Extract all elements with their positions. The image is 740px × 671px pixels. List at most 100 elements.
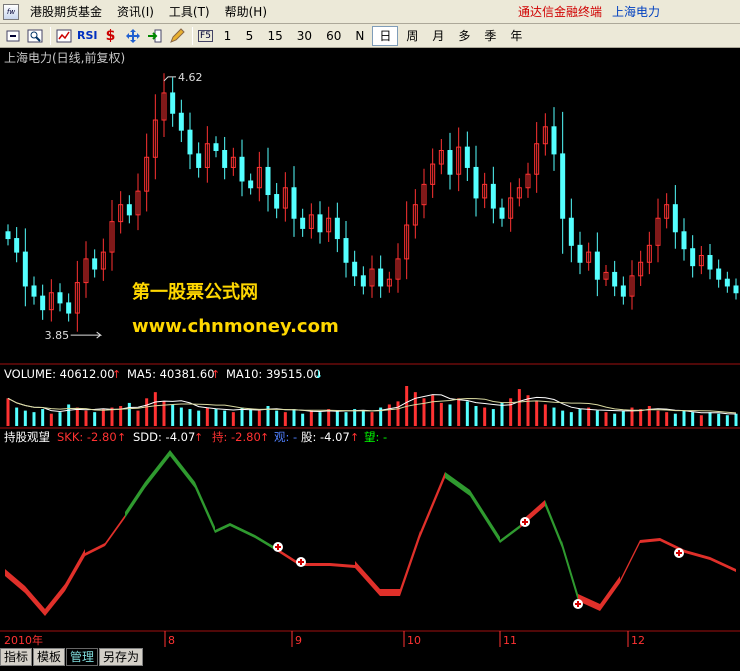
- candle: [568, 217, 574, 246]
- candle: [560, 153, 566, 219]
- ma10-down-icon: ↓: [314, 368, 323, 381]
- volume-bar: [84, 410, 88, 426]
- volume-bar: [327, 409, 331, 426]
- volume-bar: [223, 410, 227, 426]
- watermark-url: www.chnmoney.com: [132, 316, 339, 337]
- volume-bar: [179, 407, 183, 426]
- volume-bar: [15, 407, 19, 426]
- tab-save-as[interactable]: 另存为: [99, 648, 144, 666]
- candle: [92, 258, 98, 270]
- rsi-label: RSI: [77, 29, 98, 42]
- move-icon[interactable]: [123, 26, 143, 46]
- period-year[interactable]: 年: [504, 26, 528, 46]
- candle: [594, 251, 600, 280]
- candle: [317, 214, 323, 233]
- candle: [672, 204, 678, 233]
- ma5-up-icon: ↑: [211, 368, 220, 381]
- volume-bar: [93, 412, 97, 426]
- high-label: 4.62: [178, 71, 203, 84]
- tab-manage[interactable]: 管理: [66, 648, 99, 666]
- volume-bar: [127, 402, 131, 426]
- candle: [291, 187, 297, 219]
- candle: [716, 268, 722, 280]
- period-60[interactable]: 60: [320, 26, 347, 46]
- candle: [213, 143, 219, 152]
- chart-icon[interactable]: [54, 26, 74, 46]
- volume-bar: [318, 412, 322, 426]
- menu-tools[interactable]: 工具(T): [169, 3, 210, 20]
- pencil-icon[interactable]: [167, 26, 187, 46]
- stock-chart[interactable]: 上海电力(日线,前复权) 4.62 3.85 第一股票公式网 www.chnmo…: [0, 48, 740, 647]
- zoom-icon[interactable]: [25, 26, 45, 46]
- volume-bar: [387, 404, 391, 426]
- system-menu-icon[interactable]: fw: [3, 3, 19, 20]
- period-week[interactable]: 周: [400, 26, 424, 46]
- volume-ma10: MA10: 39515.00: [226, 367, 321, 381]
- candle: [300, 217, 306, 229]
- menu-help[interactable]: 帮助(H): [225, 3, 267, 20]
- period-day[interactable]: 日: [372, 25, 399, 46]
- period-multi[interactable]: 多: [452, 26, 476, 46]
- dollar-icon[interactable]: $: [101, 26, 121, 46]
- x-label-aug: 8: [168, 634, 175, 647]
- candle: [265, 166, 271, 196]
- candle: [681, 231, 687, 250]
- volume-bar: [145, 398, 149, 426]
- period-n[interactable]: N: [349, 26, 370, 46]
- period-quarter[interactable]: 季: [478, 26, 502, 46]
- candle: [126, 204, 132, 216]
- volume-bar: [552, 407, 556, 426]
- volume-bar: [309, 410, 313, 426]
- indicator-band: [380, 589, 400, 596]
- candle: [690, 248, 696, 267]
- indicator-sdd: SDD: -4.07: [133, 430, 195, 444]
- indicator-chi: 持: -2.80: [212, 430, 261, 444]
- candle: [473, 166, 479, 199]
- fs-icon[interactable]: F5: [196, 26, 216, 46]
- candle: [343, 238, 349, 263]
- rsi-button[interactable]: RSI: [76, 26, 99, 46]
- candle: [66, 302, 72, 314]
- volume-bar: [604, 412, 608, 426]
- period-month[interactable]: 月: [426, 26, 450, 46]
- volume-bar: [23, 410, 27, 426]
- volume-bar: [500, 402, 504, 426]
- candle: [178, 112, 184, 131]
- period-1[interactable]: 1: [218, 26, 238, 46]
- menu-info[interactable]: 资讯(I): [117, 3, 154, 20]
- toolbar: RSI $ F5 1 5 15 30 60 N 日 周 月 多 季 年: [0, 24, 740, 48]
- candle: [620, 285, 626, 297]
- volume-bar: [396, 401, 400, 426]
- candle: [334, 217, 340, 240]
- period-15[interactable]: 15: [262, 26, 289, 46]
- volume-bar: [240, 407, 244, 426]
- stock-name: 上海电力: [611, 5, 660, 19]
- period-5[interactable]: 5: [240, 26, 260, 46]
- chi-up-icon: ↑: [260, 431, 269, 444]
- indicator-skk: SKK: -2.80: [57, 430, 117, 444]
- tab-indicator[interactable]: 指标: [0, 648, 33, 666]
- volume-bar: [275, 410, 279, 426]
- back-icon[interactable]: [3, 26, 23, 46]
- period-30[interactable]: 30: [291, 26, 318, 46]
- volume-bar: [249, 409, 253, 426]
- volume-bar: [517, 389, 521, 426]
- gu-up-icon: ↑: [350, 431, 359, 444]
- volume-bar: [595, 410, 599, 426]
- volume-bar: [205, 407, 209, 426]
- volume-bar: [6, 398, 10, 426]
- volume-bar: [717, 413, 721, 426]
- volume-bar: [32, 412, 36, 426]
- menu-futures-fund[interactable]: 港股期货基金: [30, 3, 102, 20]
- candle: [196, 153, 202, 168]
- menu-bar: fw 港股期货基金 资讯(I) 工具(T) 帮助(H) 通达信金融终端 上海电力: [0, 0, 740, 24]
- export-icon[interactable]: [145, 26, 165, 46]
- skk-up-icon: ↑: [117, 431, 126, 444]
- tab-template[interactable]: 模板: [33, 648, 66, 666]
- volume-ma5: MA5: 40381.60: [127, 367, 215, 381]
- x-label-nov: 11: [503, 634, 517, 647]
- volume-bar: [734, 413, 738, 426]
- volume-bar: [665, 412, 669, 426]
- candle: [551, 126, 557, 155]
- candle: [31, 285, 37, 297]
